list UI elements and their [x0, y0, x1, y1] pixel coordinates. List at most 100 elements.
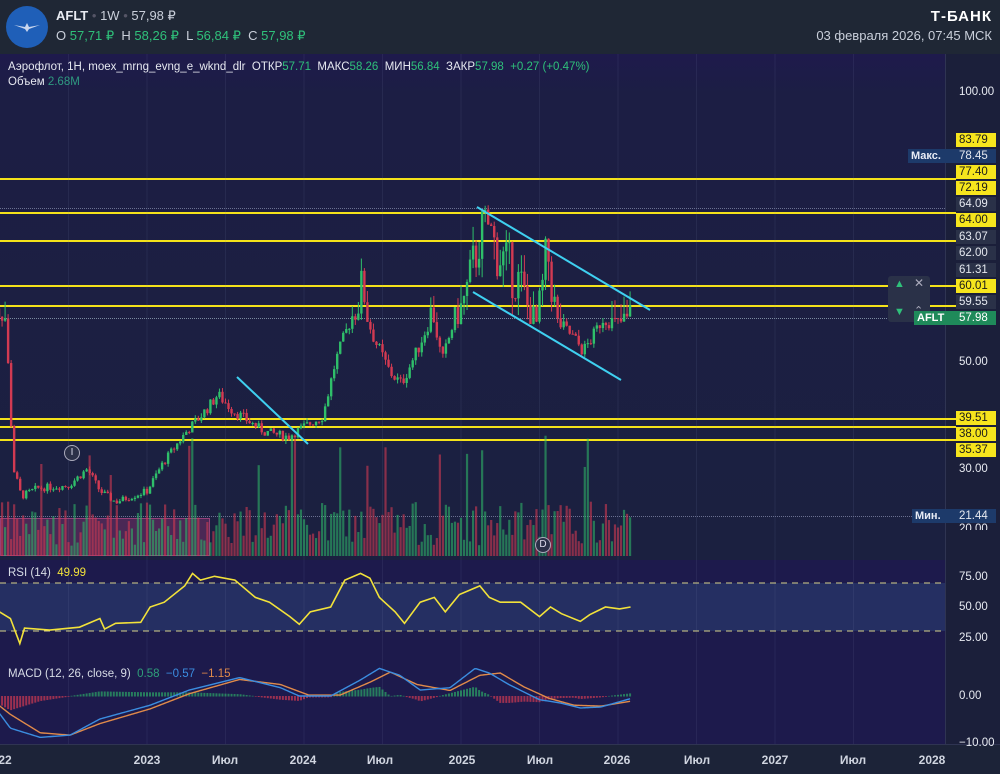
macd-histogram-bar [100, 691, 103, 697]
volume-bar [342, 510, 345, 556]
macd-label: MACD (12, 26, close, 9) [8, 668, 131, 680]
level-label[interactable]: 60.01 [956, 279, 996, 293]
volume-bar [450, 522, 454, 556]
volume-bar [487, 525, 490, 556]
macd-histogram-bar [170, 692, 173, 697]
volume-bar [447, 506, 451, 556]
volume-bar [260, 528, 263, 556]
macd-histogram-bar [505, 696, 508, 703]
candle [580, 344, 583, 355]
volume-bar [236, 521, 239, 556]
volume-bar [55, 544, 58, 556]
candle [160, 462, 164, 470]
event-marker-d[interactable]: D [535, 537, 551, 553]
volume-bar [559, 505, 562, 556]
candle [284, 435, 288, 441]
volume-bar [580, 543, 583, 556]
candle [493, 225, 496, 238]
candle [175, 443, 179, 450]
candle [79, 476, 82, 479]
candle [230, 408, 233, 414]
price-tick: 63.07 [956, 230, 996, 244]
volume-bar [339, 447, 342, 556]
volume-bar [348, 509, 351, 556]
bell-icon[interactable]: ▼ [894, 306, 905, 318]
candle [12, 426, 16, 473]
macd-histogram-bar [76, 694, 79, 697]
macd-histogram-bar [493, 696, 496, 699]
level-label[interactable]: 39.51 [956, 411, 996, 425]
macd-histogram-bar [417, 696, 420, 701]
volume-bar [287, 510, 291, 556]
legend-low-label: МИН [384, 61, 411, 73]
volume-bar [194, 504, 197, 556]
chart-canvas[interactable] [0, 0, 1000, 774]
macd-histogram-bar [73, 695, 76, 697]
volume-bar [302, 519, 306, 556]
candle [345, 329, 348, 333]
volume-bar [257, 465, 260, 556]
candle [281, 430, 285, 441]
candle [218, 391, 221, 398]
macd-histogram-bar [70, 695, 73, 697]
time-tick: 22 [0, 753, 12, 767]
macd-histogram-bar [118, 691, 121, 697]
volume-bar [263, 512, 266, 556]
min-value: 21.44 [956, 509, 996, 523]
max-value: 78.45 [956, 149, 996, 163]
macd-histogram-bar [200, 692, 203, 697]
volume-bar [290, 434, 294, 556]
candle [157, 469, 161, 474]
volume-bar [616, 527, 620, 556]
volume-bar [124, 531, 127, 556]
candle [254, 423, 257, 428]
volume-bar [154, 530, 158, 556]
macd-histogram-bar [526, 696, 529, 702]
level-label[interactable]: 77.40 [956, 165, 996, 179]
volume-bar [191, 438, 194, 556]
volume-bar [327, 540, 330, 556]
rsi-label: RSI (14) [8, 567, 51, 579]
volume-bar [333, 512, 336, 556]
volume-bar [511, 534, 514, 556]
macd-histogram-bar [115, 691, 118, 697]
level-label[interactable]: 38.00 [956, 427, 996, 441]
candle [613, 318, 617, 320]
candle [508, 242, 511, 244]
bell-icon[interactable]: ▲ [894, 278, 905, 290]
candle [435, 322, 439, 338]
macd-histogram-bar [460, 690, 462, 697]
candle [447, 337, 451, 344]
candle [302, 423, 306, 426]
volume-bar [40, 463, 43, 556]
macd-histogram-bar [260, 696, 263, 698]
level-label[interactable]: 72.19 [956, 181, 996, 195]
event-marker-i[interactable]: I [64, 445, 80, 461]
candle [601, 322, 605, 329]
volume-bar [324, 505, 327, 556]
macd-histogram-bar [381, 689, 384, 697]
candle [76, 476, 79, 481]
volume-bar [384, 447, 387, 556]
last-price-value: 57.98 [956, 311, 996, 325]
volume-bar [321, 503, 324, 556]
candle [577, 335, 580, 345]
candle [372, 329, 375, 342]
level-label[interactable]: 64.00 [956, 213, 996, 227]
macd-histogram-bar [203, 692, 206, 697]
volume-bar [299, 509, 303, 556]
volume-bar [375, 517, 378, 556]
candle [514, 298, 517, 300]
candle [148, 486, 152, 494]
level-label[interactable]: 83.79 [956, 133, 996, 147]
level-label[interactable]: 35.37 [956, 443, 996, 457]
candle [18, 478, 22, 491]
candle [6, 318, 10, 364]
candle [499, 265, 502, 277]
macd-histogram-bar [423, 696, 426, 701]
close-icon[interactable]: ✕ [914, 276, 924, 290]
legend-open: 57.71 [282, 61, 312, 73]
legend-title: Аэрофлот, 1H, moex_mrng_evng_e_wknd_dlr [8, 61, 246, 73]
volume-bar [305, 524, 309, 556]
macd-histogram-bar [245, 695, 248, 697]
